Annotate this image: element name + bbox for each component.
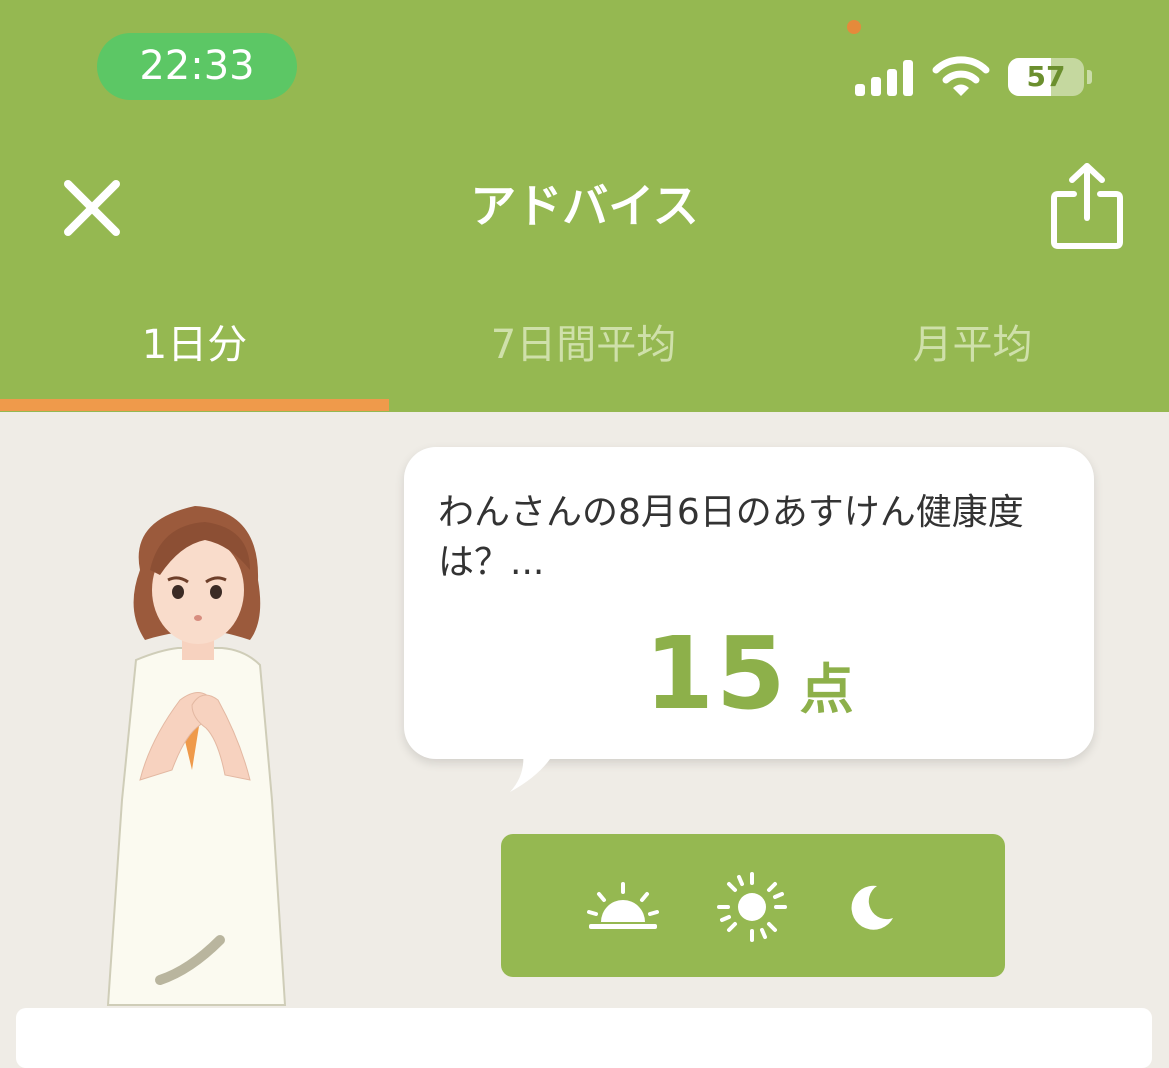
battery-level: 57	[1026, 60, 1066, 93]
speech-bubble-tail	[510, 740, 560, 792]
advisor-character-illustration	[106, 506, 287, 1006]
status-time: 22:33	[97, 33, 297, 100]
share-icon	[1051, 163, 1123, 249]
tab-1day[interactable]: 1日分	[0, 310, 389, 380]
app-header: 22:33 57 アドバイス 1日分 7日間平均 月平均	[0, 0, 1169, 412]
battery-icon: 57	[1008, 58, 1084, 96]
time-of-day-selector	[501, 834, 1005, 977]
moon-icon[interactable]	[847, 882, 897, 932]
battery-cap	[1087, 70, 1092, 84]
sun-icon[interactable]	[717, 872, 787, 942]
close-icon	[64, 180, 120, 236]
signal-icon	[855, 58, 915, 96]
advice-detail-card	[16, 1008, 1152, 1068]
tab-7day-average[interactable]: 7日間平均	[389, 310, 778, 380]
close-button[interactable]	[60, 176, 124, 240]
health-score: 15 点	[404, 615, 1094, 732]
share-button[interactable]	[1046, 160, 1128, 252]
page-title: アドバイス	[470, 179, 699, 233]
sunrise-icon[interactable]	[587, 882, 659, 930]
tab-monthly-average[interactable]: 月平均	[778, 310, 1167, 380]
wifi-icon	[932, 56, 990, 96]
health-score-unit: 点	[799, 658, 854, 721]
privacy-indicator-dot	[847, 20, 861, 34]
health-score-value: 15	[644, 615, 788, 732]
advice-message: わんさんの8月6日のあすけん健康度は？...	[438, 492, 1024, 583]
active-tab-indicator	[0, 399, 389, 411]
